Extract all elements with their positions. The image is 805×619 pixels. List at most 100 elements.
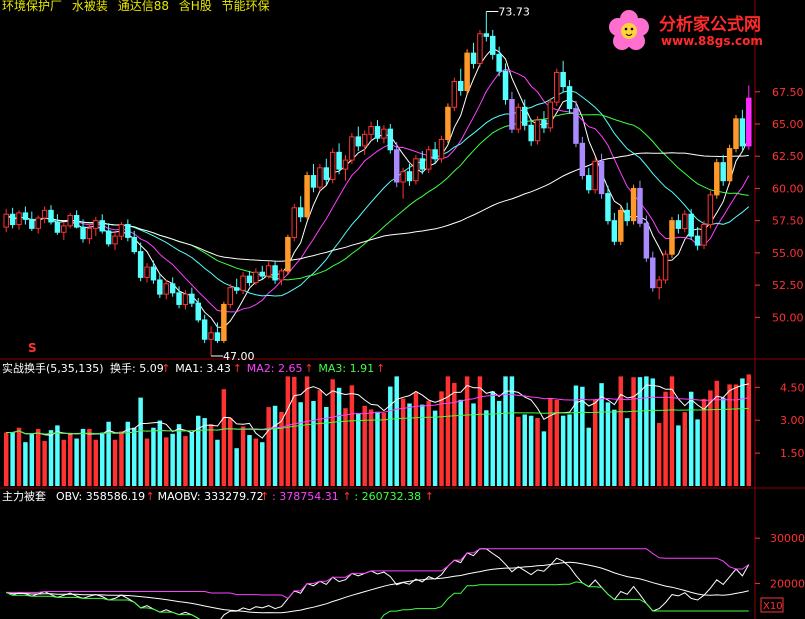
- turnover-legend-item: MA2: 2.65: [247, 362, 303, 375]
- turnover-bar: [196, 415, 201, 486]
- price-tick-label: 52.50: [772, 279, 804, 292]
- candle-body: [726, 147, 733, 182]
- candle-body: [253, 271, 259, 284]
- candle-body: [457, 80, 464, 91]
- candle-body: [317, 167, 323, 188]
- turnover-tick-label: 4.50: [780, 381, 805, 394]
- candle-body: [592, 160, 598, 191]
- turnover-bar: [573, 385, 579, 486]
- candle-body: [304, 175, 310, 218]
- obv-tick-label: 20000: [770, 577, 805, 590]
- turnover-bar: [676, 425, 681, 486]
- candle-body: [707, 194, 714, 226]
- candle-body: [99, 220, 105, 232]
- candle-body: [496, 53, 502, 72]
- tag-1: 水被装: [71, 0, 108, 13]
- candle-body: [131, 236, 137, 253]
- turnover-bar: [528, 415, 534, 486]
- candle-body: [189, 293, 195, 304]
- obv-title: 主力被套: [2, 490, 46, 503]
- turnover-bar: [144, 438, 150, 486]
- turnover-bar: [522, 414, 527, 486]
- obv-legend-item: : 260732.38: [354, 490, 421, 503]
- candle-body: [656, 279, 662, 289]
- candle-body: [573, 108, 579, 144]
- turnover-bar: [240, 426, 246, 486]
- candle-body: [688, 213, 694, 237]
- turnover-bar: [170, 433, 175, 486]
- turnover-legend-item: 换手: 5.09: [110, 361, 164, 375]
- watermark-url: www.88gs.com: [661, 34, 763, 48]
- candle-body: [432, 149, 438, 160]
- candle-body: [310, 175, 317, 188]
- candle-body: [701, 224, 707, 246]
- candle-body: [48, 209, 54, 223]
- turnover-bar: [151, 427, 156, 486]
- turnover-bar: [61, 439, 67, 486]
- turnover-bar: [80, 428, 86, 486]
- candle-body: [214, 332, 221, 342]
- turnover-bar: [55, 425, 60, 486]
- turnover-bar: [746, 374, 752, 486]
- obv-line: [5, 548, 750, 619]
- candle-body: [35, 217, 41, 229]
- candle-body: [41, 209, 48, 219]
- candle-body: [265, 265, 272, 277]
- turnover-bar: [656, 422, 662, 486]
- candle-body: [515, 106, 522, 130]
- turnover-bar: [292, 376, 297, 486]
- turnover-bar: [48, 430, 54, 486]
- candle-body: [445, 106, 451, 140]
- candle-body: [393, 149, 400, 183]
- candle-body: [291, 207, 298, 238]
- candle-body: [285, 236, 291, 272]
- candle-body: [297, 207, 304, 218]
- turnover-bar: [586, 427, 591, 486]
- turnover-legend-arrow: ↑: [161, 362, 170, 375]
- turnover-bar: [336, 387, 342, 486]
- turnover-bar: [509, 376, 515, 486]
- candle-body: [624, 209, 630, 222]
- candle-body: [483, 33, 490, 37]
- turnover-bar: [452, 382, 457, 486]
- candle-body: [502, 70, 509, 101]
- candle-body: [227, 287, 234, 305]
- turnover-bar: [650, 378, 656, 486]
- candle-body: [54, 221, 61, 233]
- turnover-bar: [164, 437, 169, 486]
- candle-body: [746, 97, 752, 147]
- turnover-bar: [298, 402, 303, 486]
- turnover-bar: [99, 432, 105, 486]
- turnover-bar: [669, 376, 675, 486]
- turnover-bar: [439, 391, 444, 486]
- candle-body: [643, 222, 650, 259]
- turnover-bar: [567, 414, 572, 486]
- turnover-legend-arrow: ↑: [233, 362, 242, 375]
- turnover-bar: [215, 439, 220, 486]
- turnover-bar: [208, 424, 214, 486]
- turnover-bar: [548, 398, 553, 486]
- candle-body: [560, 71, 566, 88]
- candle-body: [579, 142, 586, 177]
- obv-panel: 3000020000X10主力被套 OBV: 358586.19 ↑ MAOBV: 3…: [2, 490, 805, 619]
- candle-body: [163, 283, 169, 295]
- candle-body: [400, 171, 406, 183]
- candle-body: [208, 332, 214, 340]
- candle-body: [534, 119, 541, 142]
- turnover-bar: [682, 412, 688, 486]
- turnover-bar: [631, 377, 636, 486]
- candle-body: [618, 209, 624, 242]
- turnover-bar: [279, 411, 284, 486]
- turnover-bar: [484, 410, 489, 486]
- tag-4: 节能环保: [221, 0, 270, 13]
- turnover-bar: [304, 376, 310, 486]
- turnover-bar: [535, 418, 540, 486]
- turnover-bar: [176, 424, 182, 486]
- turnover-bar: [93, 439, 99, 486]
- flower-logo-icon: [609, 10, 649, 50]
- turnover-bar: [343, 408, 348, 486]
- candle-body: [29, 218, 35, 229]
- candle-body: [566, 86, 573, 110]
- turnover-bar: [74, 438, 79, 486]
- candle-body: [105, 230, 112, 245]
